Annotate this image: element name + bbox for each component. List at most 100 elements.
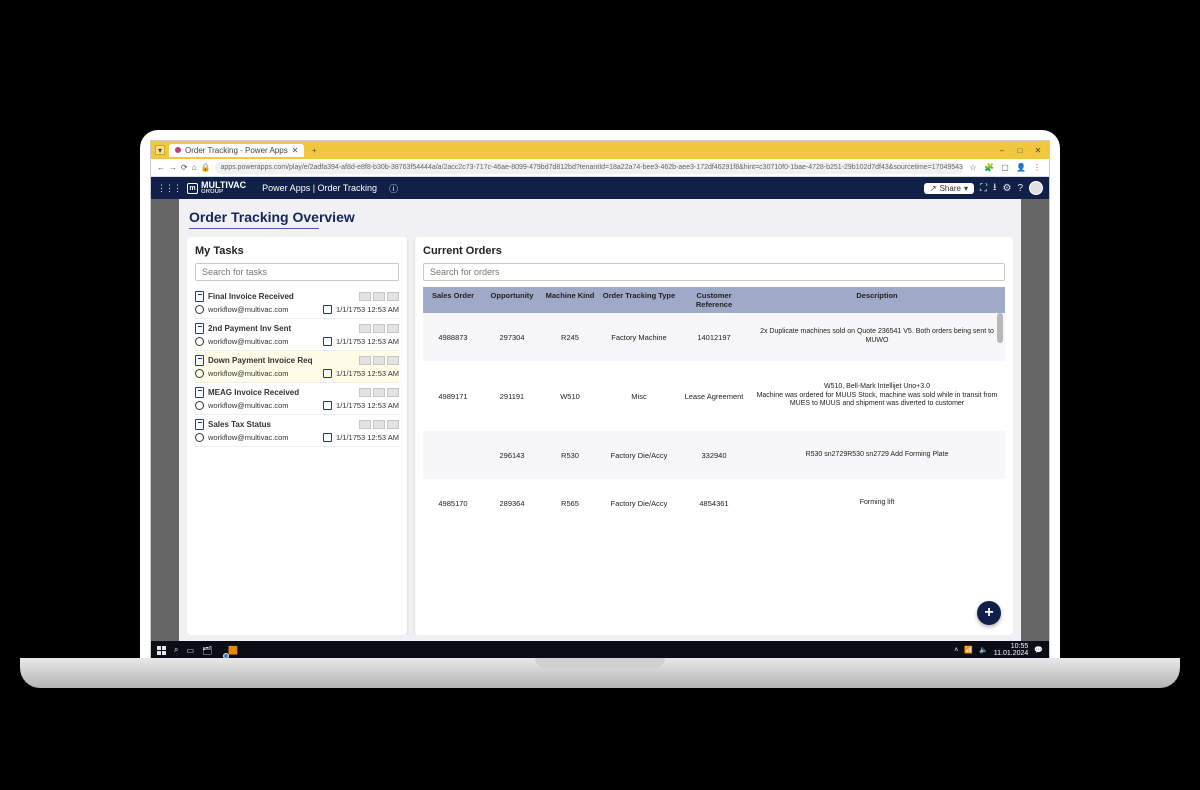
task-complete-icon[interactable] — [387, 420, 399, 429]
file-explorer-icon[interactable]: 🗂 — [202, 646, 212, 655]
info-icon[interactable]: ⓘ — [389, 182, 398, 195]
task-item[interactable]: Down Payment Invoice Req workflow@multiv… — [195, 351, 399, 383]
nav-back-icon[interactable]: ← — [157, 163, 165, 172]
window-close-button[interactable]: ✕ — [1031, 146, 1045, 155]
network-icon[interactable]: 📶 — [964, 646, 973, 654]
download-icon[interactable]: ⭳ — [993, 180, 997, 197]
taskbar-clock[interactable]: 10:55 11.01.2024 — [994, 643, 1029, 657]
task-item[interactable]: Sales Tax Status workflow@multivac.com 1… — [195, 415, 399, 447]
task-owner-email: workflow@multivac.com — [208, 369, 319, 378]
browser-toolbar: ← → ⟳ ⌂ 🔒 apps.powerapps.com/play/e/2adf… — [151, 159, 1049, 177]
task-edit-icon[interactable] — [359, 292, 371, 301]
task-edit-icon[interactable] — [359, 420, 371, 429]
system-tray[interactable]: ˄ 📶 🔈 10:55 11.01.2024 💬 — [954, 643, 1043, 657]
task-item[interactable]: 2nd Payment Inv Sent workflow@multivac.c… — [195, 319, 399, 351]
new-tab-button[interactable]: + — [308, 144, 320, 156]
col-sales-order[interactable]: Sales Order — [423, 287, 483, 313]
nav-home-icon[interactable]: ⌂ — [192, 163, 197, 172]
task-view-icon[interactable]: ▭ — [186, 646, 194, 655]
taskbar-search-icon[interactable]: ⌕ — [174, 645, 178, 655]
nav-forward-icon[interactable]: → — [169, 163, 177, 172]
cell-description: Forming lift — [749, 495, 1005, 512]
window-minimize-button[interactable]: – — [995, 146, 1009, 155]
pinned-app-icon[interactable]: 🟧 — [228, 646, 238, 655]
profile-icon[interactable]: 👤 — [1015, 163, 1027, 172]
share-button[interactable]: ↗ Share ▾ — [924, 183, 974, 194]
task-complete-icon[interactable] — [387, 292, 399, 301]
current-orders-title: Current Orders — [423, 245, 1005, 257]
reader-icon[interactable]: ▢ — [999, 163, 1011, 172]
task-flag-icon[interactable] — [373, 388, 385, 397]
tasks-search-input[interactable]: Search for tasks — [195, 263, 399, 281]
help-icon[interactable]: ? — [1017, 183, 1023, 194]
task-flag-icon[interactable] — [373, 292, 385, 301]
task-complete-icon[interactable] — [387, 356, 399, 365]
brand-logo: m MULTIVAC GROUP — [187, 181, 246, 195]
task-list: Final Invoice Received workf — [195, 287, 399, 447]
sound-icon[interactable]: 🔈 — [979, 646, 988, 654]
col-customer-reference[interactable]: Customer Reference — [679, 287, 749, 313]
orders-search-input[interactable]: Search for orders — [423, 263, 1005, 281]
task-edit-icon[interactable] — [359, 388, 371, 397]
nav-reload-icon[interactable]: ⟳ — [181, 163, 188, 172]
bookmarks-dropdown-icon[interactable]: ▾ — [155, 145, 165, 155]
cell-opportunity: 297304 — [483, 329, 541, 346]
multivac-logo-icon: m — [187, 183, 198, 194]
task-item[interactable]: Final Invoice Received workf — [195, 287, 399, 319]
cell-description: W510, Bell-Mark Intellijet Uno+3.0 Machi… — [749, 379, 1005, 413]
left-gutter — [151, 199, 179, 641]
col-machine-kind[interactable]: Machine Kind — [541, 287, 599, 313]
task-datetime: 1/1/1753 12:53 AM — [336, 369, 399, 378]
start-button[interactable] — [157, 646, 166, 655]
task-edit-icon[interactable] — [359, 324, 371, 333]
plus-icon: + — [984, 604, 993, 622]
task-flag-icon[interactable] — [373, 324, 385, 333]
task-flag-icon[interactable] — [373, 420, 385, 429]
site-info-icon[interactable]: 🔒 — [201, 163, 211, 172]
table-row[interactable]: 296143 R530 Factory Die/Accy 332940 R530… — [423, 431, 1005, 479]
user-icon — [195, 369, 204, 378]
address-bar[interactable]: apps.powerapps.com/play/e/2adfa394-af8d-… — [215, 162, 963, 174]
share-label: Share — [940, 184, 961, 193]
table-row[interactable]: 4989171 291191 W510 Misc Lease Agreement… — [423, 361, 1005, 431]
col-order-tracking-type[interactable]: Order Tracking Type — [599, 287, 679, 313]
document-icon — [195, 291, 204, 302]
table-row[interactable]: 4988873 297304 R245 Factory Machine 1401… — [423, 313, 1005, 361]
calendar-icon — [323, 369, 332, 378]
tab-close-icon[interactable]: ✕ — [292, 146, 299, 155]
calendar-icon — [323, 433, 332, 442]
app-launcher-icon[interactable]: ⋮⋮⋮ — [157, 183, 181, 194]
user-icon — [195, 305, 204, 314]
cell-opportunity: 296143 — [483, 447, 541, 464]
col-description[interactable]: Description — [749, 287, 1005, 313]
window-maximize-button[interactable]: □ — [1013, 146, 1027, 155]
user-avatar[interactable] — [1029, 181, 1043, 195]
extensions-icon[interactable]: 🧩 — [983, 163, 995, 172]
cell-sales-order — [423, 451, 483, 459]
task-flag-icon[interactable] — [373, 356, 385, 365]
orders-scrollbar[interactable] — [997, 313, 1003, 343]
task-edit-icon[interactable] — [359, 356, 371, 365]
fullscreen-icon[interactable]: ⛶ — [980, 183, 987, 194]
table-row[interactable]: 4985170 289364 R565 Factory Die/Accy 485… — [423, 479, 1005, 527]
task-datetime: 1/1/1753 12:53 AM — [336, 337, 399, 346]
user-icon — [195, 433, 204, 442]
task-complete-icon[interactable] — [387, 388, 399, 397]
browser-menu-icon[interactable]: ⋮ — [1031, 163, 1043, 172]
tray-chevron-icon[interactable]: ˄ — [954, 647, 958, 654]
cell-order-tracking-type: Factory Die/Accy — [599, 447, 679, 464]
notifications-icon[interactable]: 💬 — [1034, 646, 1043, 654]
cell-sales-order: 4989171 — [423, 388, 483, 405]
settings-gear-icon[interactable]: ⚙ — [1002, 183, 1011, 194]
task-owner-email: workflow@multivac.com — [208, 305, 319, 314]
task-name: MEAG Invoice Received — [208, 388, 355, 397]
powerapps-favicon-icon — [175, 147, 181, 153]
cell-machine-kind: R530 — [541, 447, 599, 464]
add-order-button[interactable]: + — [977, 601, 1001, 625]
bookmark-star-icon[interactable]: ☆ — [967, 163, 979, 172]
task-item[interactable]: MEAG Invoice Received workflow@multivac.… — [195, 383, 399, 415]
browser-tab[interactable]: Order Tracking - Power Apps ✕ — [169, 144, 304, 157]
task-complete-icon[interactable] — [387, 324, 399, 333]
tasks-search-placeholder: Search for tasks — [202, 267, 267, 277]
col-opportunity[interactable]: Opportunity — [483, 287, 541, 313]
